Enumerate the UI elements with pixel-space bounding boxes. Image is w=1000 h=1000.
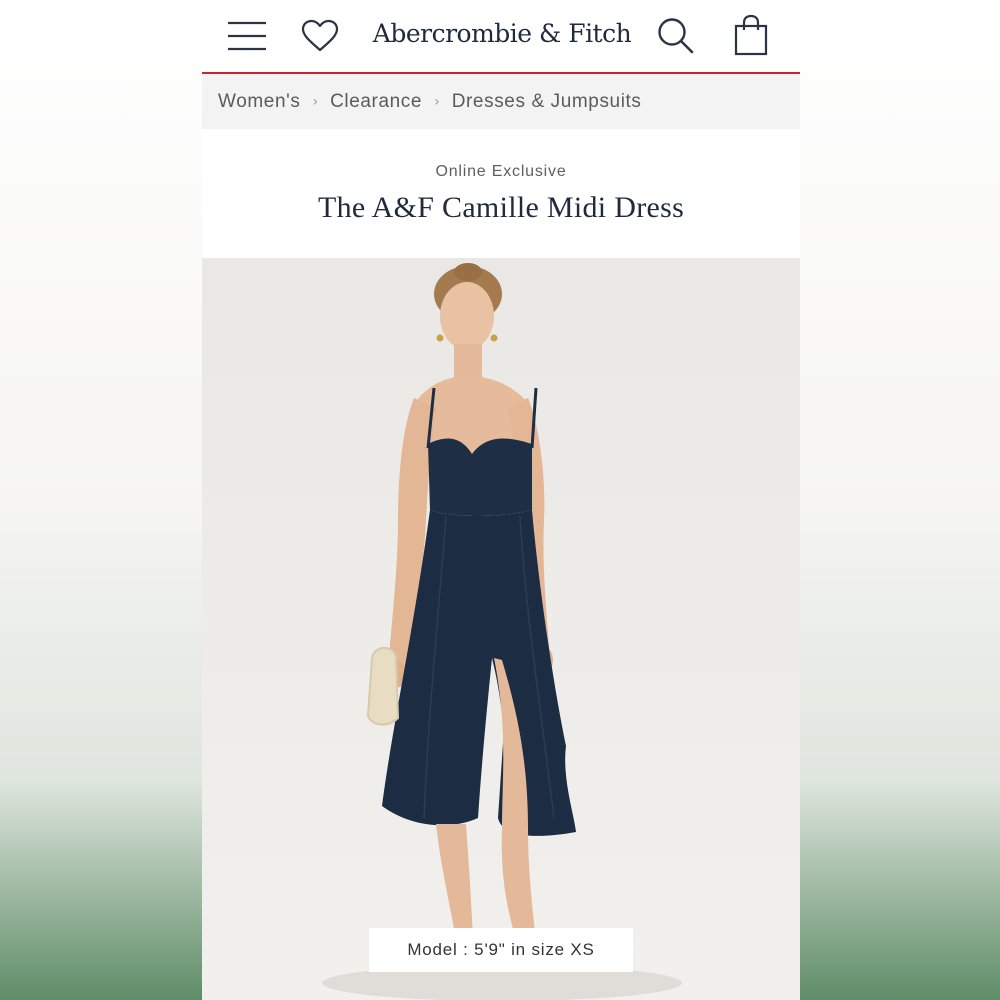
- search-icon: [658, 18, 694, 54]
- bag-icon: [734, 14, 768, 56]
- breadcrumb-womens[interactable]: Women's: [218, 91, 300, 113]
- product-page: Abercrombie & Fitch Women's › Clearance …: [202, 0, 800, 1000]
- heart-icon: [301, 19, 339, 52]
- brand-logo[interactable]: Abercrombie & Fitch: [362, 14, 642, 54]
- menu-icon: [228, 21, 266, 51]
- online-exclusive-label: Online Exclusive: [435, 163, 567, 180]
- chevron-right-icon: ›: [434, 93, 440, 110]
- product-heading: Online Exclusive The A&F Camille Midi Dr…: [202, 129, 800, 258]
- favorites-button[interactable]: [298, 14, 342, 58]
- product-title: The A&F Camille Midi Dress: [317, 191, 685, 224]
- search-button[interactable]: [654, 14, 698, 58]
- menu-button[interactable]: [224, 14, 270, 58]
- chevron-right-icon: ›: [312, 93, 319, 110]
- breadcrumb-clearance[interactable]: Clearance: [330, 91, 422, 113]
- background-right: [798, 0, 1000, 1000]
- shopping-bag-button[interactable]: [728, 12, 774, 58]
- breadcrumb: Women's › Clearance › Dresses & Jumpsuit…: [202, 74, 800, 129]
- breadcrumb-dresses-jumpsuits[interactable]: Dresses & Jumpsuits: [452, 91, 642, 113]
- background-left: [0, 0, 202, 1000]
- product-image[interactable]: Model : 5'9" in size XS: [202, 258, 800, 1000]
- site-header: Abercrombie & Fitch: [202, 0, 800, 74]
- model-photo: [322, 263, 682, 1000]
- model-size-info: Model : 5'9" in size XS: [369, 928, 633, 972]
